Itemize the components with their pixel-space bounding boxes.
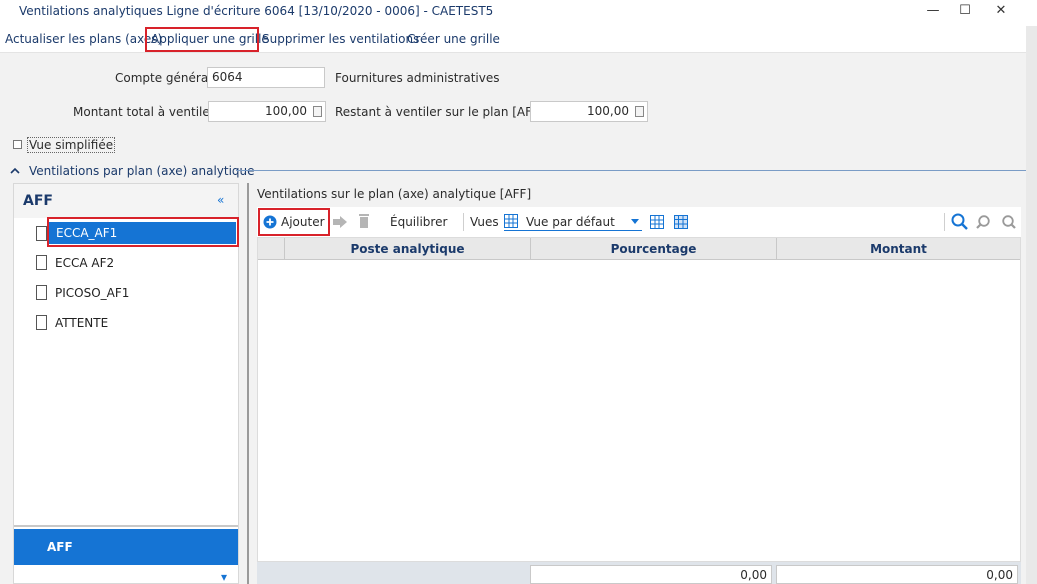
account-label: Compte général: [115, 71, 212, 85]
calculator-icon[interactable]: [635, 106, 644, 117]
remaining-amount-value: 100,00: [587, 104, 629, 118]
highlight-apply-grid: [145, 27, 259, 52]
tree-item-label: PICOSO_AF1: [55, 286, 130, 300]
toolbar-separator: [944, 213, 945, 231]
views-dropdown-value: Vue par défaut: [526, 215, 615, 229]
grid-header: Poste analytique Pourcentage Montant: [258, 238, 1020, 260]
chevron-down-icon: [631, 219, 639, 224]
plan-tab-label: AFF: [47, 540, 73, 554]
ventilation-grid[interactable]: Poste analytique Pourcentage Montant: [257, 237, 1021, 562]
balance-button[interactable]: Équilibrer: [390, 215, 447, 229]
document-icon: [36, 285, 47, 300]
calculator-icon[interactable]: [313, 106, 322, 117]
remaining-label: Restant à ventiler sur le plan [AFF]: [335, 105, 544, 119]
find-previous-icon[interactable]: [976, 214, 992, 230]
total-amount-field[interactable]: 100,00: [208, 101, 326, 122]
column-header-poste[interactable]: Poste analytique: [284, 238, 530, 260]
add-button-label: Ajouter: [281, 215, 325, 229]
menu-delete-ventilations[interactable]: Supprimer les ventilations: [262, 32, 419, 46]
section-divider: [236, 170, 1028, 171]
add-button[interactable]: Ajouter: [263, 213, 327, 231]
document-icon: [36, 226, 47, 241]
menu-create-grid[interactable]: Créer une grille: [407, 32, 500, 46]
highlight-ecca-af1: [47, 217, 239, 247]
trash-icon[interactable]: [358, 213, 370, 229]
total-label: Montant total à ventiler: [73, 105, 215, 119]
window-edge: [1026, 26, 1037, 584]
plan-tree-panel: AFF « ECCA_AF1 ECCA AF2 PICOSO_AF1 ATTEN…: [13, 183, 239, 584]
plan-tab-aff[interactable]: AFF: [14, 529, 238, 565]
panel-divider: [14, 525, 238, 527]
plan-tree-header: AFF «: [14, 184, 238, 218]
title-bar: Ventilations analytiques Ligne d'écritur…: [0, 0, 1037, 26]
grid-view-icon: [504, 214, 518, 228]
amount-total: 0,00: [776, 565, 1018, 584]
column-header-montant[interactable]: Montant: [776, 238, 1020, 260]
minimize-button[interactable]: —: [918, 3, 948, 21]
simplified-view-checkbox[interactable]: [13, 140, 22, 149]
percentage-total: 0,00: [530, 565, 772, 584]
plan-tree-title: AFF: [23, 193, 53, 209]
panel-splitter[interactable]: [247, 183, 249, 584]
section-title: Ventilations par plan (axe) analytique: [29, 164, 255, 178]
ventilation-toolbar: Ajouter Équilibrer Vues Vue par défaut: [257, 207, 1021, 237]
close-button[interactable]: ✕: [986, 3, 1016, 21]
columns-icon[interactable]: [650, 215, 664, 229]
find-next-icon[interactable]: [1000, 214, 1016, 230]
simplified-view-label[interactable]: Vue simplifiée: [27, 137, 116, 153]
arrow-right-icon[interactable]: [332, 215, 348, 229]
tree-item-label: ECCA AF2: [55, 256, 115, 270]
views-label: Vues: [470, 215, 499, 229]
remaining-amount-field[interactable]: 100,00: [530, 101, 648, 122]
expand-down-icon[interactable]: ▾: [221, 570, 227, 584]
toolbar-separator: [463, 213, 464, 231]
document-icon: [36, 255, 47, 270]
chevron-up-icon[interactable]: [9, 167, 21, 175]
column-header-pourcentage[interactable]: Pourcentage: [530, 238, 776, 260]
add-circle-icon: [263, 215, 277, 229]
views-dropdown[interactable]: Vue par défaut: [504, 213, 642, 231]
tree-item-attente[interactable]: ATTENTE: [34, 312, 234, 334]
tree-item-picoso-af1[interactable]: PICOSO_AF1: [34, 282, 234, 304]
right-panel-title: Ventilations sur le plan (axe) analytiqu…: [257, 187, 532, 201]
menu-refresh-plans[interactable]: Actualiser les plans (axes): [5, 32, 162, 46]
grid-footer: 0,00 0,00: [257, 562, 1021, 584]
tree-item-ecca-af2[interactable]: ECCA AF2: [34, 252, 234, 274]
document-icon: [36, 315, 47, 330]
window-title: Ventilations analytiques Ligne d'écritur…: [19, 4, 494, 18]
tree-item-label: ATTENTE: [55, 316, 109, 330]
account-description: Fournitures administratives: [335, 71, 500, 85]
table-grid-icon[interactable]: [674, 215, 688, 229]
menu-bar: Actualiser les plans (axes) Appliquer un…: [0, 26, 1037, 53]
search-icon[interactable]: [951, 213, 969, 231]
account-field[interactable]: 6064: [207, 67, 325, 88]
collapse-icon[interactable]: «: [217, 193, 224, 207]
maximize-button[interactable]: ☐: [950, 3, 980, 21]
total-amount-value: 100,00: [265, 104, 307, 118]
row-selector-header: [258, 238, 284, 260]
